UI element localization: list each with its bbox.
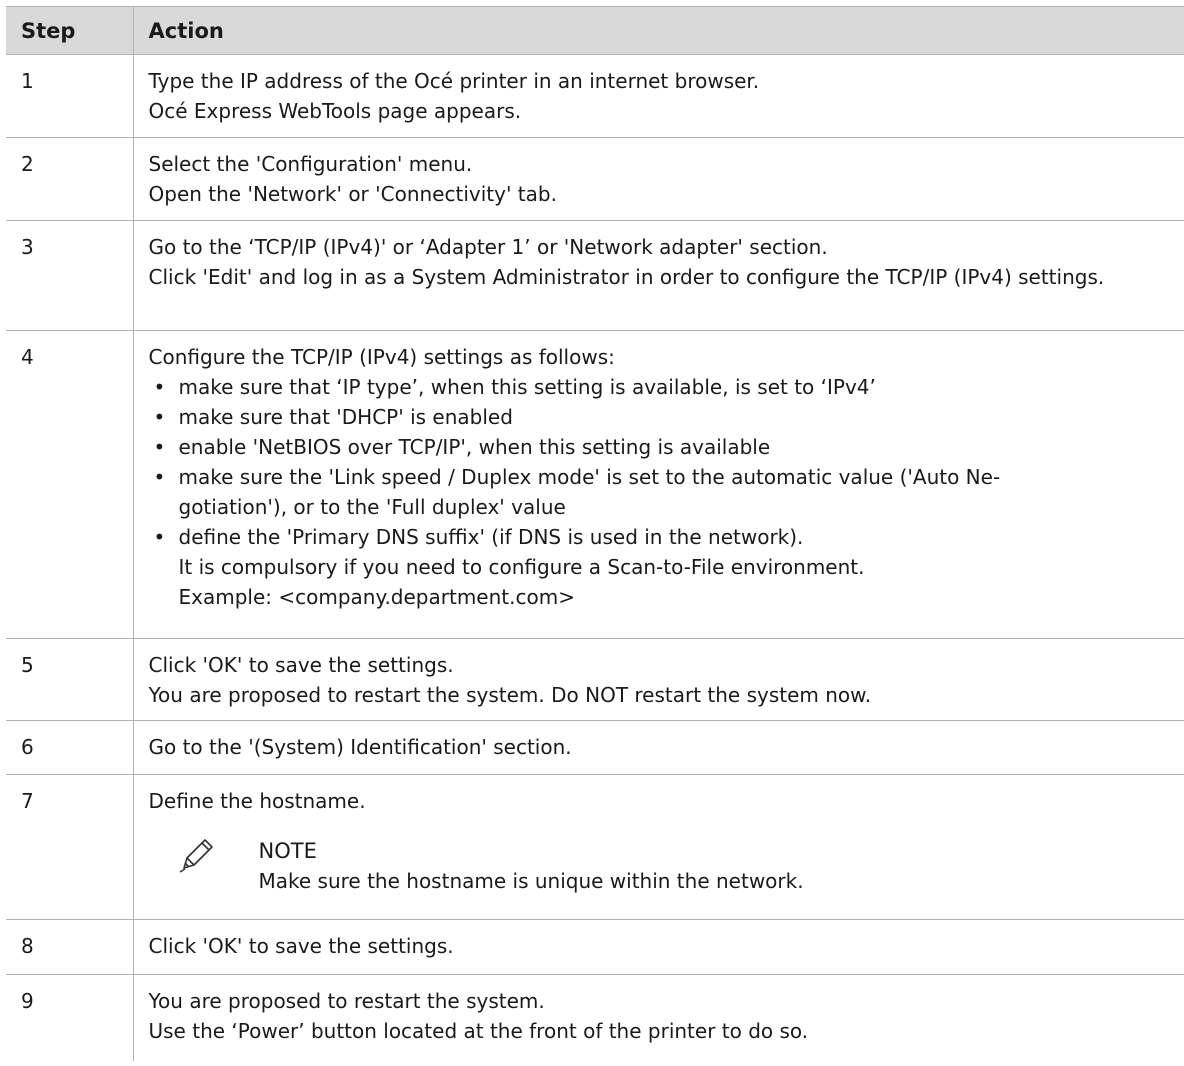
action-line: Go to the ‘TCP/IP (IPv4)' or ‘Adapter 1’…: [148, 235, 828, 259]
action-line: Open the 'Network' or 'Connectivity' tab…: [148, 182, 557, 206]
step-column-header: Step: [6, 6, 133, 55]
action-cell: Click 'OK' to save the settings. You are…: [132, 638, 1184, 721]
step-number: 2: [6, 137, 133, 221]
action-cell: Configure the TCP/IP (IPv4) settings as …: [132, 330, 1184, 639]
table-row: 2 Select the 'Configuration' menu. Open …: [6, 137, 1184, 221]
note-box: NOTE Make sure the hostname is unique wi…: [149, 836, 1184, 900]
action-line: Click 'OK' to save the settings.: [148, 934, 454, 958]
table-row: 6 Go to the '(System) Identification' se…: [6, 720, 1184, 775]
list-item-text: gotiation'), or to the 'Full duplex' val…: [178, 495, 566, 519]
action-cell: Go to the ‘TCP/IP (IPv4)' or ‘Adapter 1’…: [132, 220, 1184, 331]
bullet: •: [153, 405, 166, 429]
action-cell: Go to the '(System) Identification' sect…: [132, 720, 1184, 775]
step-number: 1: [6, 54, 133, 138]
list-item-text: make sure that 'DHCP' is enabled: [178, 405, 513, 429]
table-row: 5 Click 'OK' to save the settings. You a…: [6, 638, 1184, 721]
bullet: •: [153, 375, 166, 399]
action-cell: Select the 'Configuration' menu. Open th…: [132, 137, 1184, 221]
step-number: 3: [6, 220, 133, 331]
table-row: 3 Go to the ‘TCP/IP (IPv4)' or ‘Adapter …: [6, 220, 1184, 331]
list-item-text: enable 'NetBIOS over TCP/IP', when this …: [178, 435, 771, 459]
action-line: Click 'Edit' and log in as a System Admi…: [148, 265, 1105, 289]
note-title: NOTE: [258, 839, 317, 863]
bullet: •: [153, 465, 166, 489]
bullet: •: [153, 525, 166, 549]
table-row: 9 You are proposed to restart the system…: [6, 974, 1184, 1061]
list-item-subtext: Example: <company.department.com>: [178, 585, 575, 609]
action-cell: Click 'OK' to save the settings.: [132, 919, 1184, 975]
action-line: Océ Express WebTools page appears.: [148, 99, 522, 123]
list-item: • make sure that ‘IP type’, when this se…: [149, 372, 1184, 402]
step-number: 4: [6, 330, 133, 639]
list-item: • make sure the 'Link speed / Duplex mod…: [149, 462, 1184, 522]
list-item-subtext: It is compulsory if you need to configur…: [178, 555, 865, 579]
step-number: 6: [6, 720, 133, 775]
action-cell: Type the IP address of the Océ printer i…: [132, 54, 1184, 138]
list-item: • make sure that 'DHCP' is enabled: [149, 402, 1184, 432]
action-line: Use the ‘Power’ button located at the fr…: [148, 1019, 809, 1043]
action-line: Select the 'Configuration' menu.: [148, 152, 473, 176]
action-cell: You are proposed to restart the system. …: [132, 974, 1184, 1061]
settings-list: • make sure that ‘IP type’, when this se…: [149, 372, 1184, 612]
step-number: 7: [6, 774, 133, 920]
list-item: • enable 'NetBIOS over TCP/IP', when thi…: [149, 432, 1184, 462]
action-line: Type the IP address of the Océ printer i…: [148, 69, 760, 93]
action-line: Go to the '(System) Identification' sect…: [148, 735, 572, 759]
list-item: • define the 'Primary DNS suffix' (if DN…: [149, 522, 1184, 612]
action-line: You are proposed to restart the system. …: [148, 683, 872, 707]
list-item-text: make sure that ‘IP type’, when this sett…: [178, 375, 876, 399]
bullet: •: [153, 435, 166, 459]
step-number: 8: [6, 919, 133, 975]
action-line: You are proposed to restart the system.: [148, 989, 545, 1013]
table-row: 7 Define the hostname. NOTE Make sure th…: [6, 774, 1184, 920]
list-item-text: make sure the 'Link speed / Duplex mode'…: [178, 465, 1001, 489]
note-text: Make sure the hostname is unique within …: [258, 869, 804, 893]
step-number: 9: [21, 989, 34, 1013]
table-row: 1 Type the IP address of the Océ printer…: [6, 54, 1184, 138]
table-header-row: Step Action: [6, 6, 1184, 55]
action-cell: Define the hostname. NOTE Make sure the …: [132, 774, 1184, 920]
procedure-table: Step Action 1 Type the IP address of the…: [6, 6, 1184, 1061]
list-item-text: define the 'Primary DNS suffix' (if DNS …: [178, 525, 804, 549]
action-line: Define the hostname.: [148, 789, 366, 813]
table-row: 8 Click 'OK' to save the settings.: [6, 919, 1184, 975]
action-column-header: Action: [132, 6, 1184, 55]
step-number: 5: [6, 638, 133, 721]
action-line: Click 'OK' to save the settings.: [148, 653, 454, 677]
pencil-icon: [179, 839, 213, 873]
action-intro: Configure the TCP/IP (IPv4) settings as …: [148, 345, 615, 369]
table-row: 4 Configure the TCP/IP (IPv4) settings a…: [6, 330, 1184, 639]
